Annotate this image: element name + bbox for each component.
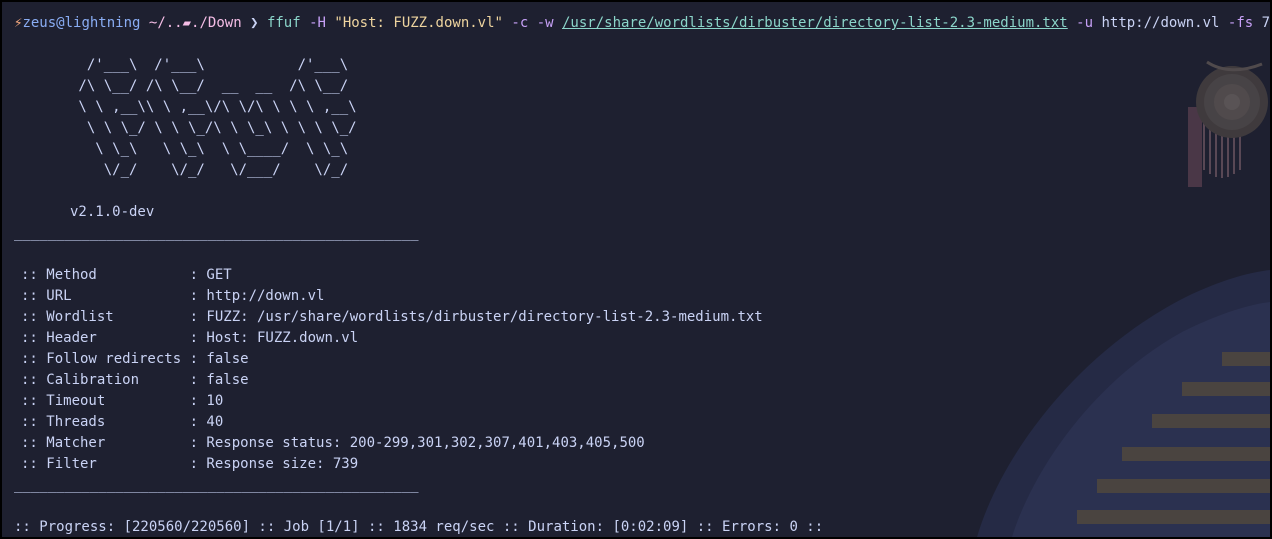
arg-c: -c — [511, 15, 529, 31]
option-value: : false — [189, 372, 249, 388]
option-key: :: Threads — [21, 414, 190, 430]
separator-top: ________________________________________… — [14, 225, 419, 241]
option-key: :: Matcher — [21, 435, 190, 451]
option-key: :: Follow redirects — [21, 351, 190, 367]
ascii-banner-line: /'___\ /'___\ /'___\ — [70, 57, 349, 73]
option-value: : Host: FUZZ.down.vl — [189, 330, 359, 346]
option-value: : FUZZ: /usr/share/wordlists/dirbuster/d… — [189, 309, 763, 325]
terminal-window[interactable]: ⚡zeus@lightning ~/..▰./Down ❯ ffuf -H "H… — [1, 1, 1271, 538]
option-key: :: URL — [21, 288, 190, 304]
ascii-banner-line: \ \ ,__\\ \ ,__\/\ \/\ \ \ \ ,__\ — [70, 99, 357, 115]
header-value: "Host: FUZZ.down.vl" — [334, 15, 503, 31]
option-key: :: Calibration — [21, 372, 190, 388]
shell-prompt-line[interactable]: ⚡zeus@lightning ~/..▰./Down ❯ ffuf -H "H… — [14, 13, 1271, 34]
option-value: : Response status: 200-299,301,302,307,4… — [189, 435, 645, 451]
url-arg: http://down.vl — [1101, 15, 1220, 31]
option-value: : 10 — [189, 393, 224, 409]
option-key: :: Filter — [21, 456, 190, 472]
option-value: : false — [189, 351, 249, 367]
option-row-url: :: URL : http://down.vl — [21, 286, 324, 307]
ascii-banner-line: \ \ \_/ \ \ \_/\ \ \_\ \ \ \ \_/ — [70, 120, 357, 136]
option-value: : GET — [189, 267, 232, 283]
arg-h: -H — [309, 15, 326, 31]
option-key: :: Method — [21, 267, 190, 283]
option-value: : Response size: 739 — [189, 456, 359, 472]
arg-fs: -fs — [1227, 15, 1254, 31]
option-row-follow-redirects: :: Follow redirects : false — [21, 349, 249, 370]
prompt-path-prefix: ~/.. — [148, 15, 183, 31]
ascii-banner-line: \ \_\ \ \_\ \ \____/ \ \_\ — [70, 141, 349, 157]
chevron-right-icon: ❯ — [250, 15, 259, 31]
option-row-wordlist: :: Wordlist : FUZZ: /usr/share/wordlists… — [21, 307, 763, 328]
fs-value: 739 — [1261, 15, 1271, 31]
option-row-timeout: :: Timeout : 10 — [21, 391, 223, 412]
option-row-matcher: :: Matcher : Response status: 200-299,30… — [21, 433, 645, 454]
prompt-user: zeus@lightning — [22, 15, 141, 31]
option-key: :: Header — [21, 330, 190, 346]
option-row-filter: :: Filter : Response size: 739 — [21, 454, 358, 475]
option-key: :: Wordlist — [21, 309, 190, 325]
version-label: v2.1.0-dev — [70, 204, 155, 220]
option-row-calibration: :: Calibration : false — [21, 370, 249, 391]
separator-bottom: ________________________________________… — [14, 477, 419, 493]
progress-status-line: :: Progress: [220560/220560] :: Job [1/1… — [14, 519, 824, 535]
prompt-path-suffix: ./Down — [191, 15, 242, 31]
command-name: ffuf — [266, 15, 301, 31]
option-value: : http://down.vl — [189, 288, 325, 304]
option-value: : 40 — [189, 414, 224, 430]
arg-w: -w — [536, 15, 554, 31]
wordlist-path-link[interactable]: /usr/share/wordlists/dirbuster/directory… — [562, 15, 1068, 31]
option-row-threads: :: Threads : 40 — [21, 412, 223, 433]
option-row-method: :: Method : GET — [21, 265, 232, 286]
terminal-output: ⚡zeus@lightning ~/..▰./Down ❯ ffuf -H "H… — [2, 2, 1270, 537]
option-key: :: Timeout — [21, 393, 190, 409]
option-row-header: :: Header : Host: FUZZ.down.vl — [21, 328, 358, 349]
folder-icon: ▰ — [182, 15, 192, 31]
arg-u: -u — [1076, 15, 1094, 31]
ascii-banner-line: \/_/ \/_/ \/___/ \/_/ — [70, 162, 349, 178]
ascii-banner-line: /\ \__/ /\ \__/ __ __ /\ \__/ — [70, 78, 349, 94]
